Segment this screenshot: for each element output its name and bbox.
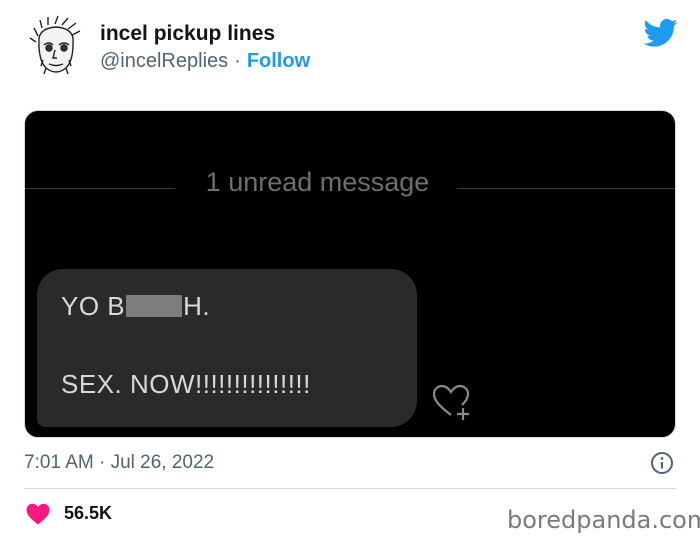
separator-dot: ·	[234, 50, 241, 72]
handle-row: @incelReplies · Follow	[100, 50, 310, 73]
censor-block	[126, 295, 183, 317]
heart-plus-icon[interactable]	[431, 381, 471, 421]
separator-line	[24, 488, 676, 489]
message-line-1-start: YO B	[61, 291, 126, 321]
unread-divider-label: 1 unread message	[205, 167, 430, 197]
like-count[interactable]: 56.5K	[64, 503, 112, 524]
follow-button[interactable]: Follow	[247, 50, 310, 72]
message-bubble: YO B H. SEX. NOW!!!!!!!!!!!!!!!	[37, 269, 417, 427]
author-handle[interactable]: @incelReplies	[100, 50, 228, 72]
heart-icon[interactable]	[26, 503, 50, 525]
twitter-bird-icon[interactable]	[644, 18, 678, 48]
message-line-2: SEX. NOW!!!!!!!!!!!!!!!	[61, 369, 311, 399]
avatar[interactable]	[24, 14, 88, 78]
info-icon[interactable]	[650, 451, 674, 475]
message-line-1: YO B H.	[61, 291, 210, 322]
divider-line-left	[25, 188, 175, 189]
message-line-1-end: H.	[183, 291, 211, 321]
author-name[interactable]: incel pickup lines	[100, 22, 275, 46]
divider-line-right	[457, 188, 675, 189]
tweet-timestamp[interactable]: 7:01 AM · Jul 26, 2022	[24, 452, 214, 474]
screenshot-media[interactable]: 1 unread message YO B H. SEX. NOW!!!!!!!!…	[24, 110, 676, 438]
watermark: boredpanda.com	[507, 506, 700, 534]
tweet-card: incel pickup lines @incelReplies · Follow …	[0, 0, 700, 541]
